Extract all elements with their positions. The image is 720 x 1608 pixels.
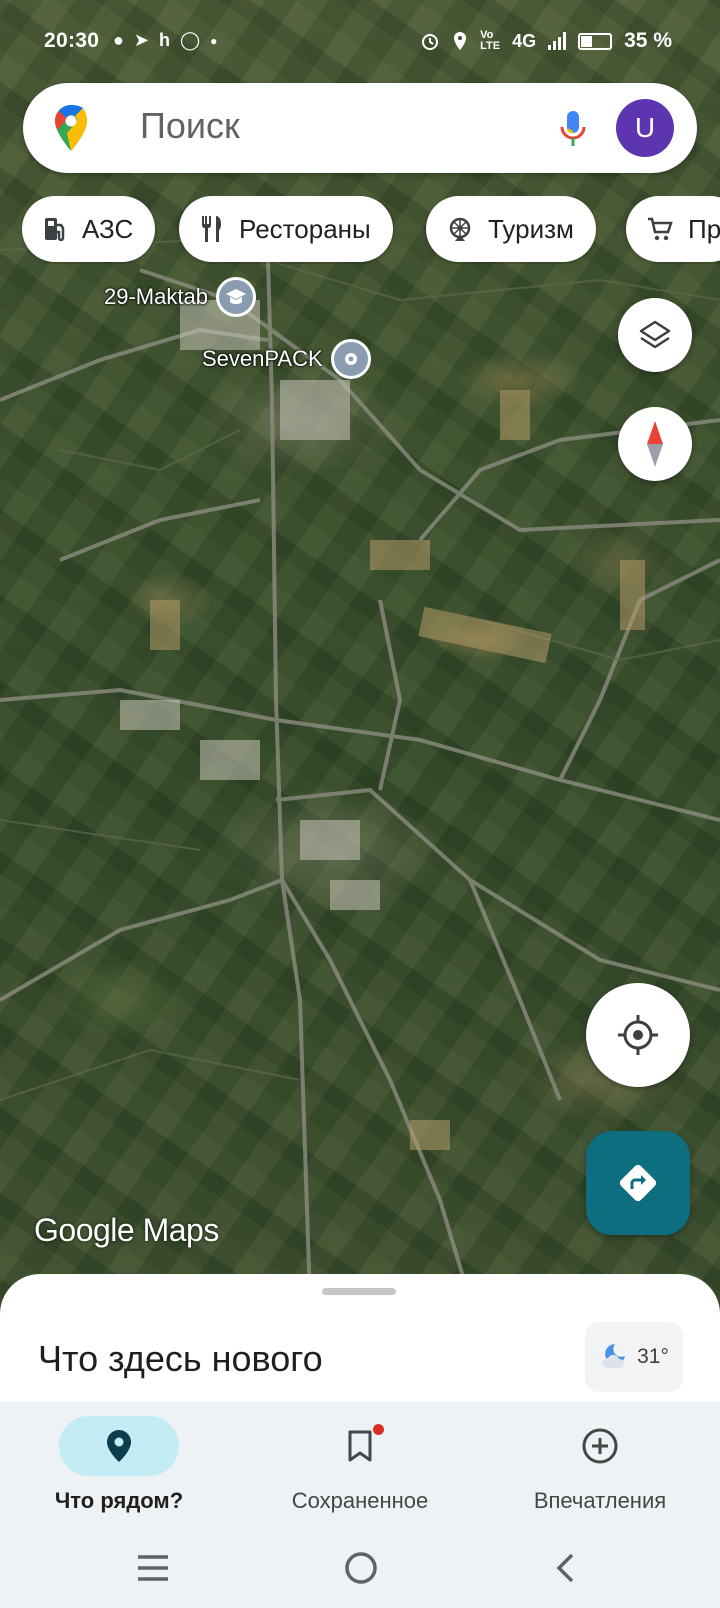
tab-label: Впечатления (533, 1488, 667, 1513)
chip-label: Рестораны (239, 213, 371, 244)
place-pin-icon (330, 339, 371, 379)
google-maps-watermark: Google Maps (34, 1212, 219, 1249)
explore-pin-icon (107, 1430, 131, 1462)
microphone-icon[interactable] (559, 109, 587, 149)
send-icon: ➤ (133, 30, 149, 50)
tab-contribute[interactable]: Впечатления (490, 1416, 710, 1514)
status-time: 20:30 (44, 29, 100, 52)
instagram-icon: ◯ (179, 30, 201, 50)
account-avatar[interactable]: U (616, 99, 674, 157)
system-navigation-bar (0, 1524, 720, 1608)
tab-saved[interactable]: Сохраненное (250, 1416, 470, 1514)
place-label: SevenPACK (202, 346, 323, 371)
location-icon (454, 32, 467, 50)
volte-icon: Vo LTE (480, 29, 501, 52)
battery-percent: 35 % (624, 29, 672, 52)
my-location-icon (618, 1015, 658, 1055)
map-roads (0, 238, 720, 1300)
tab-label: Сохраненное (291, 1488, 429, 1513)
chip-label: Туризм (488, 213, 574, 244)
dot-icon: ● (210, 33, 218, 48)
battery-icon (578, 32, 613, 50)
chat-icon: ● (113, 30, 124, 50)
chip-label: Пр (688, 213, 720, 244)
network-type: 4G (512, 30, 537, 51)
notification-badge (373, 1424, 384, 1435)
avatar-letter: U (634, 112, 656, 143)
partly-cloudy-night-icon (602, 1344, 626, 1368)
status-bar: 20:30 ● ➤ h ◯ ● Vo LTE 4G 35 % (0, 0, 720, 82)
tab-explore[interactable]: Что рядом? (9, 1416, 229, 1514)
google-maps-logo-icon (55, 105, 87, 151)
layers-button[interactable] (618, 298, 692, 372)
chip-shopping[interactable]: Пр (626, 196, 720, 262)
compass-icon (647, 421, 663, 467)
weather-temperature: 31° (637, 1345, 669, 1368)
layers-icon (639, 320, 671, 349)
cart-icon (648, 217, 673, 241)
watermark-maps: Maps (142, 1212, 220, 1248)
back-icon[interactable] (554, 1552, 576, 1584)
sheet-title: Что здесь нового (38, 1338, 323, 1379)
weather-chip[interactable]: 31° (585, 1322, 683, 1392)
school-icon (215, 277, 256, 317)
gas-station-icon (45, 218, 65, 242)
explore-bottom-sheet[interactable]: Что здесь нового 31° (0, 1274, 720, 1402)
bottom-navigation: Что рядом? Сохраненное Впечатления (0, 1402, 720, 1524)
tourism-icon (449, 217, 471, 241)
bookmark-icon (348, 1430, 372, 1462)
category-chips: АЗС Рестораны Туризм Пр (22, 196, 720, 264)
h-icon: h (158, 30, 170, 50)
satellite-map[interactable] (0, 0, 720, 1300)
chip-label: АЗС (82, 213, 134, 244)
alarm-icon (422, 34, 439, 50)
sheet-drag-handle[interactable] (322, 1288, 396, 1295)
place-29-maktab[interactable]: 29-Maktab (104, 277, 256, 317)
notification-icons: ● ➤ h ◯ ● (113, 30, 217, 51)
home-icon[interactable] (344, 1551, 378, 1585)
place-label: 29-Maktab (104, 284, 208, 309)
place-sevenpack[interactable]: SevenPACK (202, 339, 371, 379)
add-circle-icon (582, 1428, 618, 1464)
directions-icon (619, 1164, 657, 1202)
directions-button[interactable] (586, 1131, 690, 1235)
restaurant-icon (202, 216, 221, 242)
chip-restaurants[interactable]: Рестораны (179, 196, 393, 262)
compass-button[interactable] (618, 407, 692, 481)
search-bar[interactable]: Поиск U (23, 83, 697, 173)
search-input[interactable]: Поиск (140, 105, 240, 147)
recent-apps-icon[interactable] (136, 1554, 170, 1582)
tab-label: Что рядом? (54, 1488, 184, 1513)
chip-tourism[interactable]: Туризм (426, 196, 596, 262)
signal-icon (548, 32, 567, 50)
chip-gas-station[interactable]: АЗС (22, 196, 156, 262)
my-location-button[interactable] (586, 983, 690, 1087)
watermark-google: Google (34, 1212, 135, 1248)
